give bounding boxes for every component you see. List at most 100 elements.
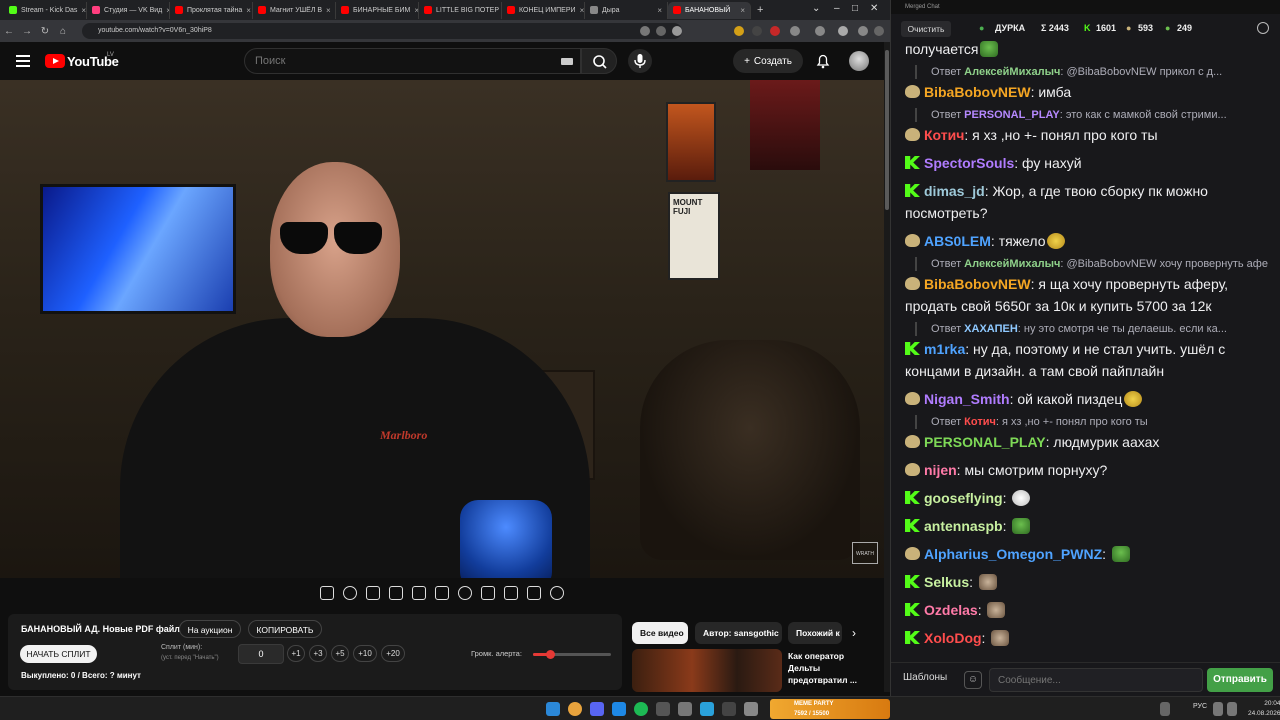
menu-icon[interactable] [16, 55, 30, 67]
chat-username[interactable]: XoloDog [924, 630, 982, 646]
chat-username[interactable]: Alpharius_Omegon_PWNZ [924, 546, 1102, 562]
menu-kebab-icon[interactable] [874, 26, 884, 36]
loop-icon[interactable] [320, 586, 334, 600]
network-icon[interactable] [1213, 702, 1223, 716]
chat-username[interactable]: nijen [924, 462, 957, 478]
chip-similar[interactable]: Похожий к [788, 622, 842, 644]
theater-icon[interactable] [435, 586, 449, 600]
tray-chevron-icon[interactable] [1160, 702, 1170, 716]
profile-icon[interactable] [838, 26, 848, 36]
browser-tab[interactable]: Проклятая тайна × [170, 1, 253, 19]
audio-icon[interactable] [343, 586, 357, 600]
close-tab-icon[interactable]: × [81, 6, 86, 15]
channel-watermark[interactable]: WRATH [852, 542, 878, 564]
chat-username[interactable]: Selkus [924, 574, 969, 590]
chat-username[interactable]: PERSONAL_PLAY [924, 434, 1046, 450]
app-icon[interactable] [722, 702, 736, 716]
youtube-logo-icon[interactable] [45, 54, 65, 68]
extension-icon[interactable] [752, 26, 762, 36]
chat-username[interactable]: dimas_jd [924, 183, 985, 199]
keyboard-icon[interactable] [561, 58, 573, 65]
search-button[interactable] [581, 48, 617, 74]
chat-username[interactable]: BibaBobovNEW [924, 84, 1031, 100]
browser-tab[interactable]: LITTLE BIG ПОТЕР× [419, 1, 502, 19]
browser-tab[interactable]: Студия — VK Вид× [87, 1, 170, 19]
to-auction-button[interactable]: На аукцион [179, 620, 241, 638]
close-tab-icon[interactable]: × [326, 6, 331, 15]
screenshot-icon[interactable] [504, 586, 518, 600]
close-tab-icon[interactable]: × [657, 6, 662, 15]
spotify-icon[interactable] [634, 702, 648, 716]
close-tab-icon[interactable]: × [246, 6, 251, 15]
chat-username[interactable]: Котич [924, 127, 964, 143]
forward-icon[interactable]: → [18, 26, 36, 37]
start-icon[interactable] [546, 702, 560, 716]
maximize-button[interactable]: □ [852, 3, 858, 14]
volume-knob[interactable] [546, 650, 556, 659]
chat-username[interactable]: BibaBobovNEW [924, 276, 1031, 292]
close-window-button[interactable]: ✕ [870, 3, 878, 14]
discord-icon[interactable] [590, 702, 604, 716]
chat-username[interactable]: m1rka [924, 341, 965, 357]
app-icon[interactable] [678, 702, 692, 716]
increment-5-button[interactable]: +5 [331, 645, 349, 662]
extension-icon[interactable] [734, 26, 744, 36]
browser-tab[interactable]: БИНАРНЫЕ БИМ × [336, 1, 419, 19]
chat-username[interactable]: SpectorSouls [924, 155, 1014, 171]
app-icon[interactable] [656, 702, 670, 716]
close-tab-icon[interactable]: × [580, 6, 584, 15]
chat-username[interactable]: antennaspb [924, 518, 1003, 534]
browser-tab[interactable]: Дыра × [585, 1, 668, 19]
chevron-right-icon[interactable]: › [852, 626, 856, 640]
related-video-title[interactable]: Как оператор Дельты предотвратил ... [788, 650, 878, 686]
chat-username[interactable]: Nigan_Smith [924, 391, 1010, 407]
minimize-button[interactable]: – [834, 3, 840, 14]
speed-icon[interactable] [458, 586, 472, 600]
language-indicator[interactable]: РУС [1193, 703, 1207, 710]
reload-icon[interactable]: ↻ [36, 26, 54, 37]
extension-icon[interactable] [770, 26, 780, 36]
bookmark-star-icon[interactable] [672, 26, 682, 36]
chrome-icon[interactable] [568, 702, 582, 716]
browser-tab[interactable]: Магнит УШЁЛ В × [253, 1, 336, 19]
clock[interactable]: 20:04 24.08.2026 [1248, 699, 1280, 719]
volume-icon[interactable] [1227, 702, 1237, 716]
add-clip-icon[interactable] [481, 586, 495, 600]
related-video-thumbnail[interactable] [632, 649, 782, 692]
reply-target-nick[interactable]: АлексейМихалыч [964, 66, 1060, 78]
steam-icon[interactable] [612, 702, 626, 716]
app-icon[interactable] [744, 702, 758, 716]
search-input[interactable] [245, 49, 535, 73]
browser-tab[interactable]: КОНЕЦ ИМПЕРИ × [502, 1, 585, 19]
alert-volume-slider[interactable] [533, 650, 611, 659]
increment-20-button[interactable]: +20 [381, 645, 405, 662]
increment-10-button[interactable]: +10 [353, 645, 377, 662]
url-field[interactable]: youtube.com/watch?v=0V6n_30hiP8 [82, 23, 682, 39]
chip-author[interactable]: Автор: sansgothic [695, 622, 782, 644]
video-player[interactable]: MOUNT FUJI Marlboro WRATH [0, 80, 884, 578]
increment-1-button[interactable]: +1 [287, 645, 305, 662]
emoji-icon[interactable]: ☺ [964, 671, 982, 689]
clear-chat-button[interactable]: Очистить [901, 21, 951, 37]
chat-settings-icon[interactable] [1257, 22, 1269, 34]
cast-icon[interactable] [656, 26, 666, 36]
picture-in-picture-icon[interactable] [412, 586, 426, 600]
reply-target-nick[interactable]: Котич [964, 416, 996, 428]
extensions-puzzle-icon[interactable] [790, 26, 800, 36]
clapper-icon[interactable] [389, 586, 403, 600]
browser-tab[interactable]: Stream - Kick Das × [4, 1, 87, 19]
chat-username[interactable]: gooseflying [924, 490, 1003, 506]
increment-3-button[interactable]: +3 [309, 645, 327, 662]
notifications-bell-icon[interactable] [816, 53, 830, 69]
message-input[interactable] [989, 668, 1203, 692]
send-button[interactable]: Отправить [1207, 668, 1273, 692]
telegram-icon[interactable] [700, 702, 714, 716]
create-button[interactable]: + Создать [733, 49, 803, 73]
close-tab-icon[interactable]: × [740, 6, 745, 15]
account-avatar[interactable] [849, 51, 869, 71]
templates-button[interactable]: Шаблоны [903, 672, 947, 683]
voice-search-button[interactable] [628, 49, 652, 73]
meme-party-widget[interactable]: MEME PARTY 7592 / 15500 [770, 699, 890, 719]
new-tab-button[interactable]: + [757, 4, 763, 16]
zoom-icon[interactable] [640, 26, 650, 36]
